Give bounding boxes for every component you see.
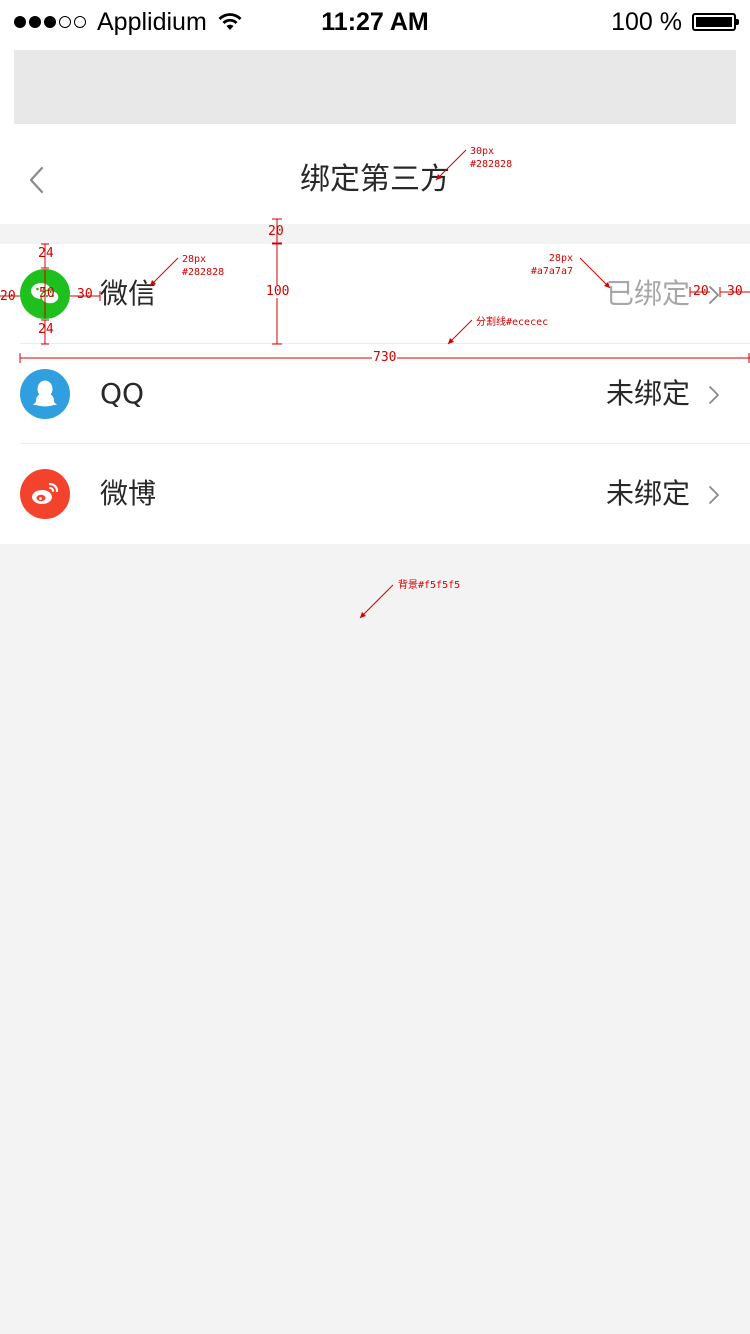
annotation-title-size: 30px [470,146,495,157]
bind-status: 未绑定 [605,477,690,510]
placeholder-banner [14,50,736,124]
chevron-right-icon [709,486,719,504]
list-item-weibo[interactable]: 微博 未绑定 [0,444,750,544]
dimension-divider-width: 730 [372,350,398,365]
status-bar: Applidium 11:27 AM 100 % [0,0,750,44]
chevron-right-icon [709,386,719,404]
annotation-label-color: #282828 [182,267,225,278]
dimension-gap-top: 20 [268,224,284,239]
account-name: 微信 [100,277,157,310]
battery-percent: 100 % [611,7,682,36]
bind-status: 已绑定 [605,277,690,310]
account-list: 微信 已绑定 QQ 未绑定 微博 未绑定 [0,244,750,544]
annotation-label-spec: 28px #282828 [182,253,224,279]
list-item-wechat[interactable]: 微信 已绑定 [0,244,750,344]
annotation-status-size: 28px [548,253,573,264]
account-name: 微博 [100,477,157,510]
annotation-title-spec: 30px #282828 [470,145,512,171]
annotation-status-color: #a7a7a7 [530,266,573,277]
dimension-icon-gap: 30 [77,287,93,302]
battery-info: 100 % [611,6,739,38]
annotation-title-color: #282828 [470,159,513,170]
page-title: 绑定第三方 [300,162,450,197]
qq-icon [20,369,70,419]
dimension-left-margin: 20 [0,289,16,304]
weibo-icon [20,469,70,519]
dimension-right-margin: 30 [727,284,743,299]
dimension-icon-top: 24 [38,246,54,261]
dimension-icon-bottom: 24 [38,322,54,337]
account-name: QQ [100,377,145,410]
bind-status: 未绑定 [605,377,690,410]
annotation-label-size: 28px [182,254,207,265]
navigation-bar: 绑定第三方 [0,136,750,224]
chevron-right-icon [709,286,719,304]
dimension-right-gap: 20 [693,284,709,299]
annotation-divider-note: 分割线#ececec [476,317,549,328]
annotation-background-note: 背景#f5f5f5 [398,580,461,591]
battery-icon [692,13,739,31]
dimension-row-height: 100 [265,284,291,299]
annotation-status-spec: 28px #a7a7a7 [530,252,573,278]
dimension-icon-size: 50 [39,286,55,301]
